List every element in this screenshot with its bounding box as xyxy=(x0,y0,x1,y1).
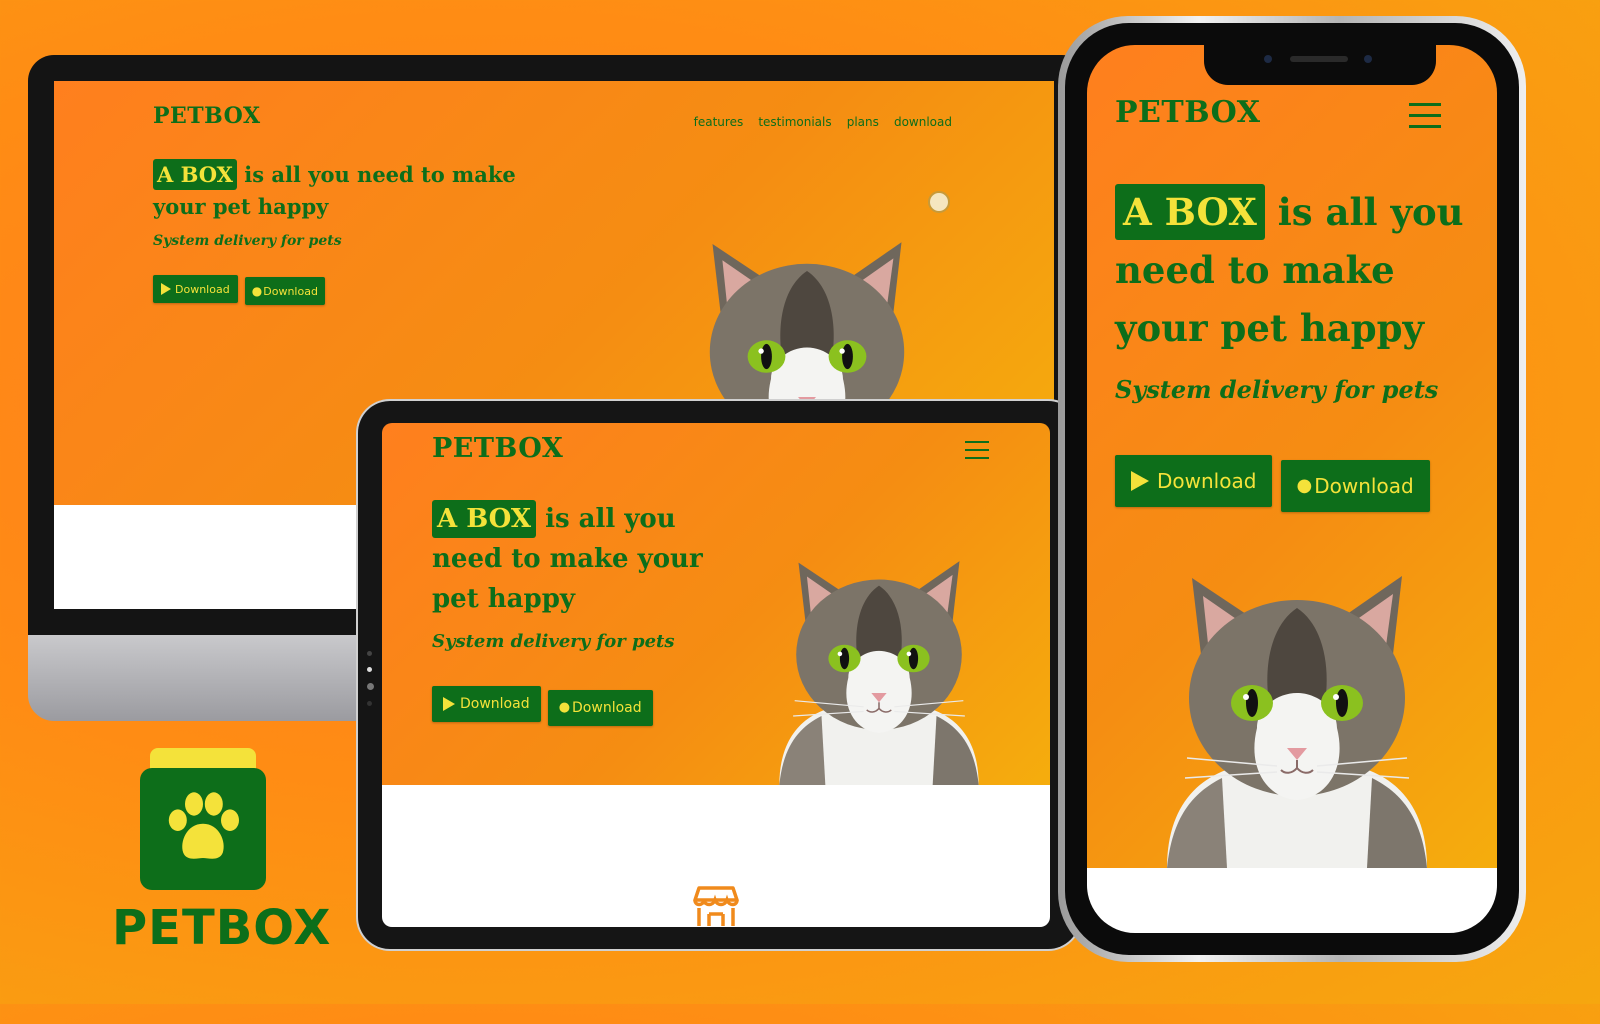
tablet-logo[interactable]: PETBOX xyxy=(432,433,563,464)
phone-screen: PETBOX A BOX is all you need to make you… xyxy=(1087,45,1497,933)
tablet-play-label: Download xyxy=(460,696,530,712)
desktop-buttons: Download ● Download xyxy=(153,275,325,305)
desktop-hero-heading: A BOX is all you need to make your pet h… xyxy=(153,159,533,223)
phone-buttons: Download ● Download xyxy=(1115,455,1430,512)
desktop-apple-label: Download xyxy=(263,284,318,298)
app-icon xyxy=(140,748,266,890)
tablet-side-dots xyxy=(367,651,374,706)
nav-download-link[interactable]: download xyxy=(894,115,952,129)
play-store-icon xyxy=(1131,471,1149,491)
footer-brand-logo: PETBOX xyxy=(112,900,332,956)
tablet-cat-image xyxy=(778,560,980,785)
tablet-apple-download-button[interactable]: ● Download xyxy=(547,689,653,726)
tablet-mockup: PETBOX A BOX is all you need to make you… xyxy=(358,401,1080,949)
phone-white-section xyxy=(1087,868,1497,933)
phone-hero-heading: A BOX is all you need to make your pet h… xyxy=(1115,183,1485,357)
hamburger-icon[interactable] xyxy=(965,441,989,459)
phone-cat-image xyxy=(1166,575,1428,868)
play-store-icon xyxy=(161,283,171,295)
tablet-apple-label: Download xyxy=(572,699,642,716)
tablet-buttons: Download ● Download xyxy=(432,686,653,726)
phone-highlight: A BOX xyxy=(1115,184,1265,240)
tablet-subtitle: System delivery for pets xyxy=(432,631,675,652)
phone-hero: PETBOX A BOX is all you need to make you… xyxy=(1087,45,1497,868)
nav-features-link[interactable]: features xyxy=(694,115,744,129)
apple-icon: ● xyxy=(558,700,571,715)
desktop-highlight: A BOX xyxy=(153,159,237,190)
desktop-apple-download-button[interactable]: ● Download xyxy=(244,277,325,305)
phone-notch xyxy=(1204,45,1436,85)
desktop-nav: features testimonials plans download xyxy=(684,111,952,130)
tablet-white-section xyxy=(382,785,1050,927)
store-icon xyxy=(693,886,739,926)
tablet-hero-heading: A BOX is all you need to make your pet h… xyxy=(432,499,712,619)
desktop-play-label: Download xyxy=(175,282,230,296)
phone-play-download-button[interactable]: Download xyxy=(1115,455,1273,507)
play-store-icon xyxy=(443,697,455,711)
apple-icon: ● xyxy=(251,284,263,298)
tablet-highlight: A BOX xyxy=(432,500,537,538)
apple-icon: ● xyxy=(1296,475,1313,496)
desktop-subtitle: System delivery for pets xyxy=(153,233,342,249)
phone-subtitle: System delivery for pets xyxy=(1115,375,1439,404)
phone-apple-label: Download xyxy=(1314,473,1414,498)
phone-apple-download-button[interactable]: ● Download xyxy=(1280,459,1430,512)
tablet-screen: PETBOX A BOX is all you need to make you… xyxy=(382,423,1050,927)
nav-plans-link[interactable]: plans xyxy=(847,115,879,129)
desktop-play-download-button[interactable]: Download xyxy=(153,275,238,303)
phone-play-label: Download xyxy=(1157,469,1257,493)
hamburger-icon[interactable] xyxy=(1409,103,1441,128)
phone-body: PETBOX A BOX is all you need to make you… xyxy=(1065,23,1519,955)
tablet-hero: PETBOX A BOX is all you need to make you… xyxy=(382,423,1050,785)
phone-mockup: PETBOX A BOX is all you need to make you… xyxy=(1058,16,1526,962)
phone-logo[interactable]: PETBOX xyxy=(1115,95,1261,130)
tablet-play-download-button[interactable]: Download xyxy=(432,686,541,722)
paw-icon xyxy=(168,792,239,859)
desktop-logo[interactable]: PETBOX xyxy=(153,103,261,129)
nav-testimonials-link[interactable]: testimonials xyxy=(758,115,831,129)
